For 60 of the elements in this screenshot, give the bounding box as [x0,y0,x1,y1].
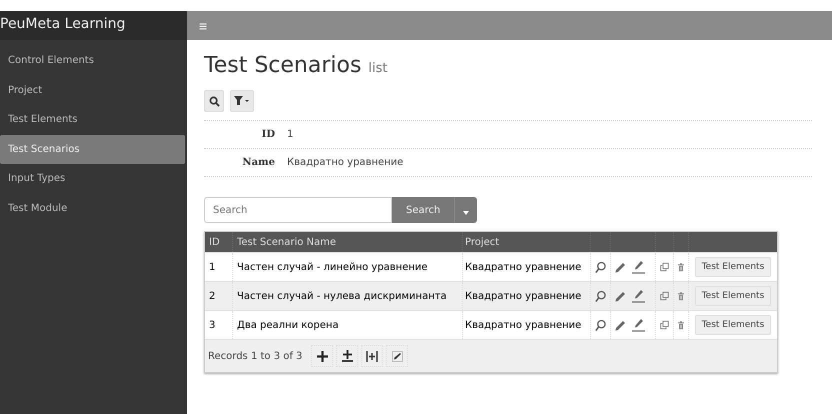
edit-button[interactable] [386,345,408,367]
search-icon[interactable] [595,318,606,332]
test-elements-button[interactable]: Test Elements [694,257,772,277]
search-button[interactable]: Search [392,197,454,223]
filter-button[interactable] [230,90,254,112]
edit-icon [392,350,403,362]
records-count: Records 1 to 3 of 3 [208,350,302,362]
table-cell: 2 [205,282,233,310]
field-label: Name [241,157,275,168]
brand-title[interactable]: PeuMeta Learning [0,11,187,40]
field-value: Квадратно уравнение [287,157,404,168]
pencil-icon[interactable] [615,320,626,330]
copy-icon[interactable] [660,290,669,302]
search-field[interactable]: Search [204,197,392,223]
pencil-icon[interactable] [615,290,626,302]
field-label: ID [260,129,275,140]
table-cell: Частен случай - нулева дискриминанта [233,282,463,310]
dropdown-button[interactable] [454,197,478,223]
bracket-plus-icon [366,350,378,362]
sidebar-item[interactable]: Control Elements [0,46,185,76]
table-cell: Квадратно уравнение [463,311,591,339]
search-icon[interactable] [595,260,606,274]
menu-button[interactable]: ≡ [199,18,208,34]
search-icon [208,96,220,106]
sidebar-item[interactable]: Test Scenarios [0,134,185,164]
add-many-button[interactable] [336,345,358,367]
plus-icon [316,350,328,362]
page-title: Test Scenarios list [204,53,389,78]
caret-icon [463,210,470,214]
table-cell: Частен случай - линейно уравнение [233,253,463,281]
table-cell: 3 [205,311,233,339]
test-elements-button[interactable]: Test Elements [694,315,772,335]
table-cell: Квадратно уравнение [463,282,591,310]
add-button[interactable] [311,345,334,367]
trash-icon[interactable] [678,320,684,330]
edit-icon[interactable] [632,260,645,274]
sidebar-item[interactable]: Test Elements [0,105,185,134]
trash-icon[interactable] [678,262,684,272]
table-cell: Квадратно уравнение [463,253,591,281]
table-cell: 1 [205,253,233,281]
search-icon[interactable] [595,290,606,302]
edit-icon[interactable] [632,318,645,332]
sidebar-item[interactable]: Project [0,76,185,105]
sidebar-item[interactable]: Test Module [0,194,185,223]
filter-icon [234,96,250,106]
column-header: Project [463,232,591,252]
search-button[interactable] [204,90,224,112]
field-value: 1 [287,129,294,140]
trash-icon[interactable] [678,290,684,302]
edit-icon[interactable] [632,290,645,302]
pencil-icon[interactable] [615,262,626,272]
copy-icon[interactable] [660,261,669,273]
plus-underline-icon [342,350,353,362]
insert-button[interactable] [361,345,384,367]
copy-icon[interactable] [660,319,669,331]
test-elements-button[interactable]: Test Elements [694,286,772,306]
table-cell: Два реални корена [233,311,463,339]
column-header: Test Scenario Name [233,232,463,252]
column-header: ID [205,232,233,252]
sidebar-item[interactable]: Input Types [0,164,185,194]
